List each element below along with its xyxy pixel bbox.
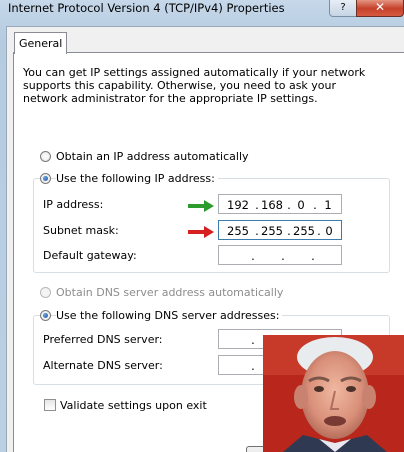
subnet-octet-4: 0: [325, 224, 333, 238]
use-following-ip-label: Use the following IP address:: [56, 172, 218, 185]
title-bar[interactable]: Internet Protocol Version 4 (TCP/IPv4) P…: [0, 0, 404, 20]
close-button[interactable]: ✕: [356, 0, 404, 17]
alternate-dns-label: Alternate DNS server:: [43, 359, 163, 372]
subnet-octet-1: 255: [227, 224, 249, 238]
use-following-ip-radio[interactable]: [40, 173, 51, 184]
tab-general-label: General: [19, 37, 63, 50]
ip-address-label: IP address:: [43, 198, 104, 211]
subnet-mask-field[interactable]: 255 . 255 . 255 . 0: [218, 220, 342, 240]
obtain-ip-auto-radio[interactable]: [40, 151, 51, 162]
man-photo-overlay: [263, 335, 404, 452]
intro-text: You can get IP settings assigned automat…: [23, 66, 366, 105]
subnet-octet-3: 255: [293, 224, 315, 238]
tab-general[interactable]: General: [14, 32, 67, 54]
use-following-dns-label: Use the following DNS server addresses:: [56, 309, 283, 322]
red-arrow-icon: [188, 226, 214, 238]
green-arrow-icon: [188, 200, 214, 212]
ip-octet-2: 168: [261, 198, 283, 212]
obtain-ip-auto-label: Obtain an IP address automatically: [56, 150, 249, 163]
window-title: Internet Protocol Version 4 (TCP/IPv4) P…: [8, 1, 285, 15]
default-gateway-label: Default gateway:: [43, 249, 137, 262]
ip-address-field[interactable]: 192 . 168 . 0 . 1: [218, 194, 342, 214]
default-gateway-field[interactable]: . . .: [218, 245, 342, 265]
preferred-dns-label: Preferred DNS server:: [43, 333, 163, 346]
obtain-dns-auto-radio[interactable]: [40, 287, 51, 298]
subnet-mask-label: Subnet mask:: [43, 224, 119, 237]
use-following-dns-radio[interactable]: [40, 310, 51, 321]
ip-octet-3: 0: [297, 198, 305, 212]
obtain-dns-auto-label: Obtain DNS server address automatically: [56, 286, 284, 299]
help-button[interactable]: ?: [329, 0, 357, 17]
validate-settings-checkbox[interactable]: [44, 399, 56, 411]
ip-octet-4: 1: [324, 198, 332, 212]
ip-octet-1: 192: [227, 198, 249, 212]
validate-settings-label: Validate settings upon exit: [60, 399, 207, 412]
subnet-octet-2: 255: [261, 224, 283, 238]
